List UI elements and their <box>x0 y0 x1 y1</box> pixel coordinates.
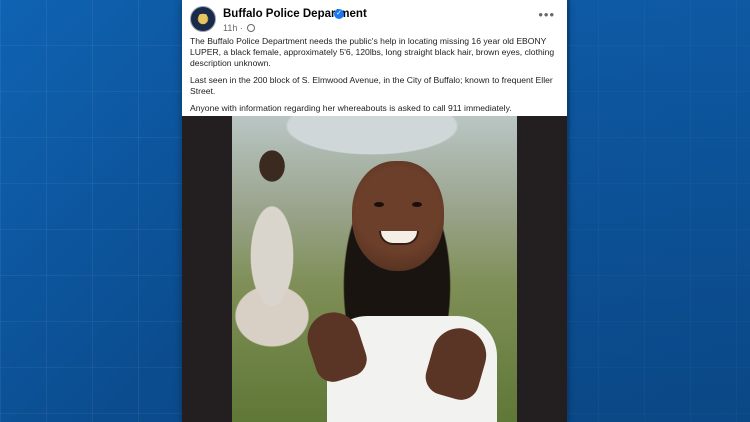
post-paragraph: Anyone with information regarding her wh… <box>190 103 512 113</box>
verified-badge-icon: ✓ <box>334 9 344 19</box>
post-time[interactable]: 11h <box>223 23 237 33</box>
page-name[interactable]: Buffalo Police Department <box>223 8 367 20</box>
post-header: Buffalo Police Department ✓ 11h · ••• <box>190 6 559 34</box>
person-eye <box>412 202 422 207</box>
photo-image <box>232 116 517 422</box>
page-avatar[interactable] <box>190 6 216 32</box>
globe-icon <box>247 24 256 32</box>
post-paragraph: The Buffalo Police Department needs the … <box>190 36 555 68</box>
post-text: The Buffalo Police Department needs the … <box>190 36 560 120</box>
post-photo[interactable] <box>182 116 567 422</box>
post-paragraph: Last seen in the 200 block of S. Elmwood… <box>190 75 553 96</box>
person-eye <box>374 202 384 207</box>
background-people <box>238 146 308 336</box>
person-face <box>352 161 444 271</box>
more-options-icon[interactable]: ••• <box>538 8 555 21</box>
post-meta: 11h · <box>223 23 256 33</box>
meta-separator: · <box>239 23 243 33</box>
background-panel <box>570 0 750 422</box>
facebook-post: Buffalo Police Department ✓ 11h · ••• Th… <box>182 0 567 422</box>
